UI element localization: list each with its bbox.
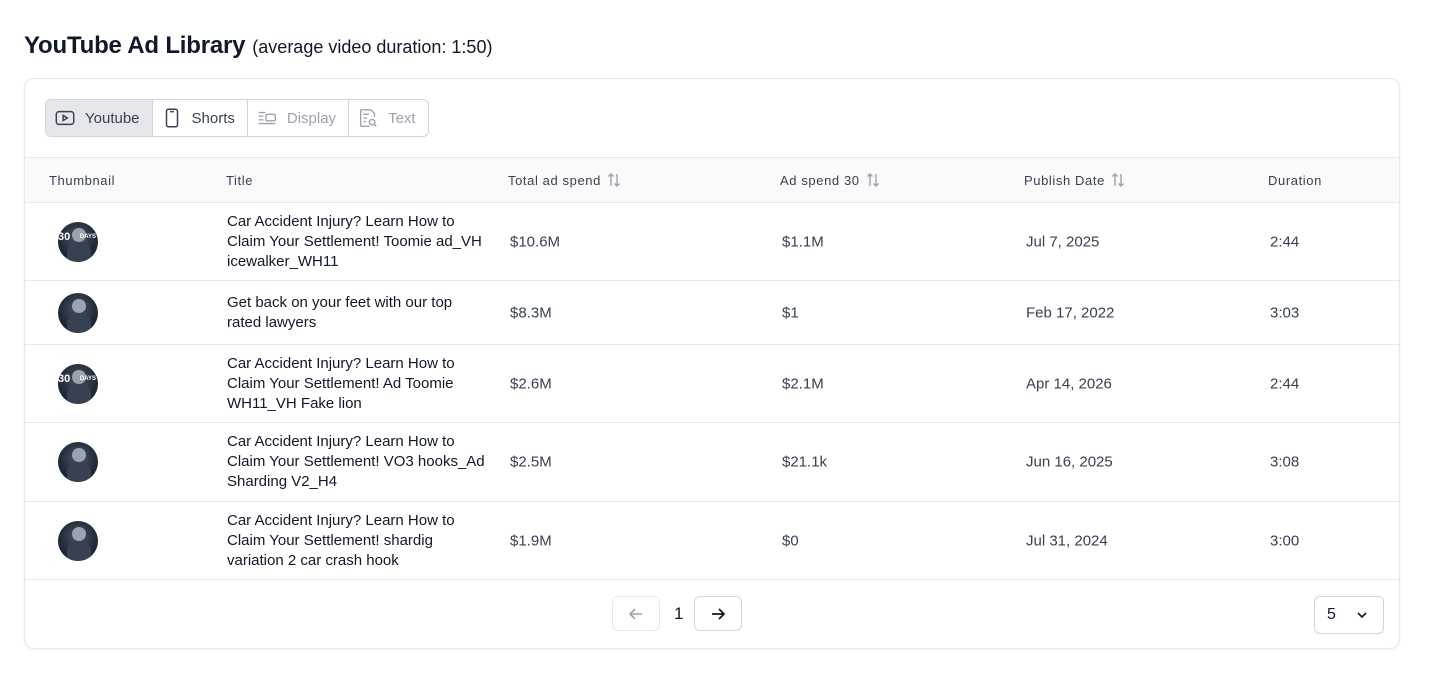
next-page-button[interactable] <box>694 596 742 631</box>
table-header: Thumbnail Title Total ad spend Ad spend … <box>25 157 1399 203</box>
ad-spend-30: $2.1M <box>782 375 824 392</box>
chevron-down-icon <box>1357 612 1367 619</box>
ad-spend-30: $21.1k <box>782 453 828 471</box>
column-header-publish-date-label: Publish Date <box>1024 172 1105 188</box>
page-title: YouTube Ad Library <box>24 32 246 59</box>
ad-type-tabs: Youtube Shorts Display Text <box>45 99 429 137</box>
column-header-thumbnail-label: Thumbnail <box>49 172 116 188</box>
publish-date: Jul 7, 2025 <box>1026 233 1100 250</box>
total-ad-spend: $2.6M <box>510 375 552 392</box>
ad-title[interactable]: Car Accident Injury? Learn How to Claim … <box>227 212 487 272</box>
previous-page-button[interactable] <box>612 596 660 631</box>
publish-date: Jul 31, 2024 <box>1026 532 1108 549</box>
ad-title[interactable]: Car Accident Injury? Learn How to Claim … <box>227 432 487 492</box>
ad-title[interactable]: Get back on your feet with our top rated… <box>227 293 487 333</box>
play-video-icon <box>55 110 75 126</box>
duration: 3:00 <box>1270 532 1300 549</box>
duration: 2:44 <box>1270 375 1300 392</box>
column-header-spend-30-label: Ad spend 30 <box>780 172 860 188</box>
page-size-select[interactable]: 5 <box>1314 596 1384 634</box>
table-row[interactable]: 30 DAYS Car Accident Injury? Learn How t… <box>25 345 1399 423</box>
page-heading: YouTube Ad Library (average video durati… <box>24 32 492 60</box>
sort-icon[interactable] <box>866 172 880 188</box>
publish-date: Jun 16, 2025 <box>1026 453 1113 471</box>
ad-title[interactable]: Car Accident Injury? Learn How to Claim … <box>227 354 487 414</box>
page-size-value: 5 <box>1327 606 1336 623</box>
column-header-title: Title <box>226 173 253 188</box>
ad-spend-30: $0 <box>782 532 799 549</box>
publish-date: Feb 17, 2022 <box>1026 304 1115 321</box>
tab-youtube-label: Youtube <box>85 109 140 127</box>
column-header-publish-date[interactable]: Publish Date <box>1024 172 1125 188</box>
thumbnail-person-body <box>67 383 91 404</box>
thumbnail-text: 30 <box>58 230 71 243</box>
arrow-left-icon <box>628 607 642 620</box>
video-thumbnail[interactable] <box>58 520 98 561</box>
thumbnail-person-head <box>72 448 86 462</box>
total-ad-spend: $2.5M <box>510 453 552 471</box>
thumbnail-tag: DAYS <box>79 233 96 240</box>
publish-date: Apr 14, 2026 <box>1026 375 1112 392</box>
total-ad-spend: $10.6M <box>510 233 561 250</box>
total-ad-spend: $1.9M <box>510 532 552 549</box>
video-thumbnail[interactable]: 30 DAYS <box>58 363 98 404</box>
total-ad-spend: $8.3M <box>510 304 552 321</box>
column-header-duration: Duration <box>1268 173 1322 188</box>
table-row[interactable]: 30 DAYS Car Accident Injury? Learn How t… <box>25 203 1399 281</box>
thumbnail-text: 30 <box>58 372 71 385</box>
current-page-number[interactable]: 1 <box>674 604 683 624</box>
tab-text[interactable]: Text <box>349 100 428 136</box>
pagination: 1 <box>612 596 742 631</box>
ad-spend-30: $1 <box>782 304 799 321</box>
ad-title[interactable]: Car Accident Injury? Learn How to Claim … <box>227 511 487 571</box>
tab-youtube[interactable]: Youtube <box>46 100 153 136</box>
tab-display[interactable]: Display <box>247 100 350 136</box>
video-thumbnail[interactable]: 30 DAYS <box>58 221 98 262</box>
column-header-thumbnail: Thumbnail <box>49 173 115 188</box>
ads-table: Thumbnail Title Total ad spend Ad spend … <box>25 157 1399 580</box>
video-thumbnail[interactable] <box>58 292 98 333</box>
video-thumbnail[interactable] <box>58 442 98 482</box>
table-row[interactable]: Car Accident Injury? Learn How to Claim … <box>25 502 1399 580</box>
sort-icon[interactable] <box>607 172 621 188</box>
table-row[interactable]: Car Accident Injury? Learn How to Claim … <box>25 423 1399 502</box>
thumbnail-person-body <box>67 241 91 262</box>
duration: 3:08 <box>1270 453 1300 471</box>
display-layout-icon <box>258 111 276 125</box>
ad-library-card: Youtube Shorts Display Text Thumbnail Ti… <box>24 78 1400 649</box>
tab-text-label: Text <box>388 109 416 127</box>
column-header-duration-label: Duration <box>1268 172 1322 188</box>
sort-icon[interactable] <box>1111 172 1125 188</box>
thumbnail-person-head <box>72 526 86 541</box>
column-header-total-spend-label: Total ad spend <box>508 172 601 188</box>
column-header-title-label: Title <box>226 172 254 188</box>
thumbnail-person-body <box>67 312 91 333</box>
column-header-spend-30[interactable]: Ad spend 30 <box>780 172 880 188</box>
arrow-right-icon <box>712 607 726 620</box>
phone-icon <box>165 108 178 128</box>
tab-shorts-label: Shorts <box>191 109 235 127</box>
thumbnail-person-head <box>72 298 86 313</box>
thumbnail-person-body <box>67 540 91 561</box>
duration: 3:03 <box>1270 304 1300 321</box>
tab-display-label: Display <box>286 109 337 127</box>
ad-spend-30: $1.1M <box>782 233 824 250</box>
table-row[interactable]: Get back on your feet with our top rated… <box>25 281 1399 345</box>
thumbnail-person-body <box>67 462 91 482</box>
column-header-total-spend[interactable]: Total ad spend <box>508 172 621 188</box>
text-search-icon <box>360 109 377 127</box>
page-subtitle: (average video duration: 1:50) <box>252 37 493 57</box>
thumbnail-tag: DAYS <box>79 375 96 382</box>
duration: 2:44 <box>1270 233 1300 250</box>
tab-shorts[interactable]: Shorts <box>152 100 248 136</box>
